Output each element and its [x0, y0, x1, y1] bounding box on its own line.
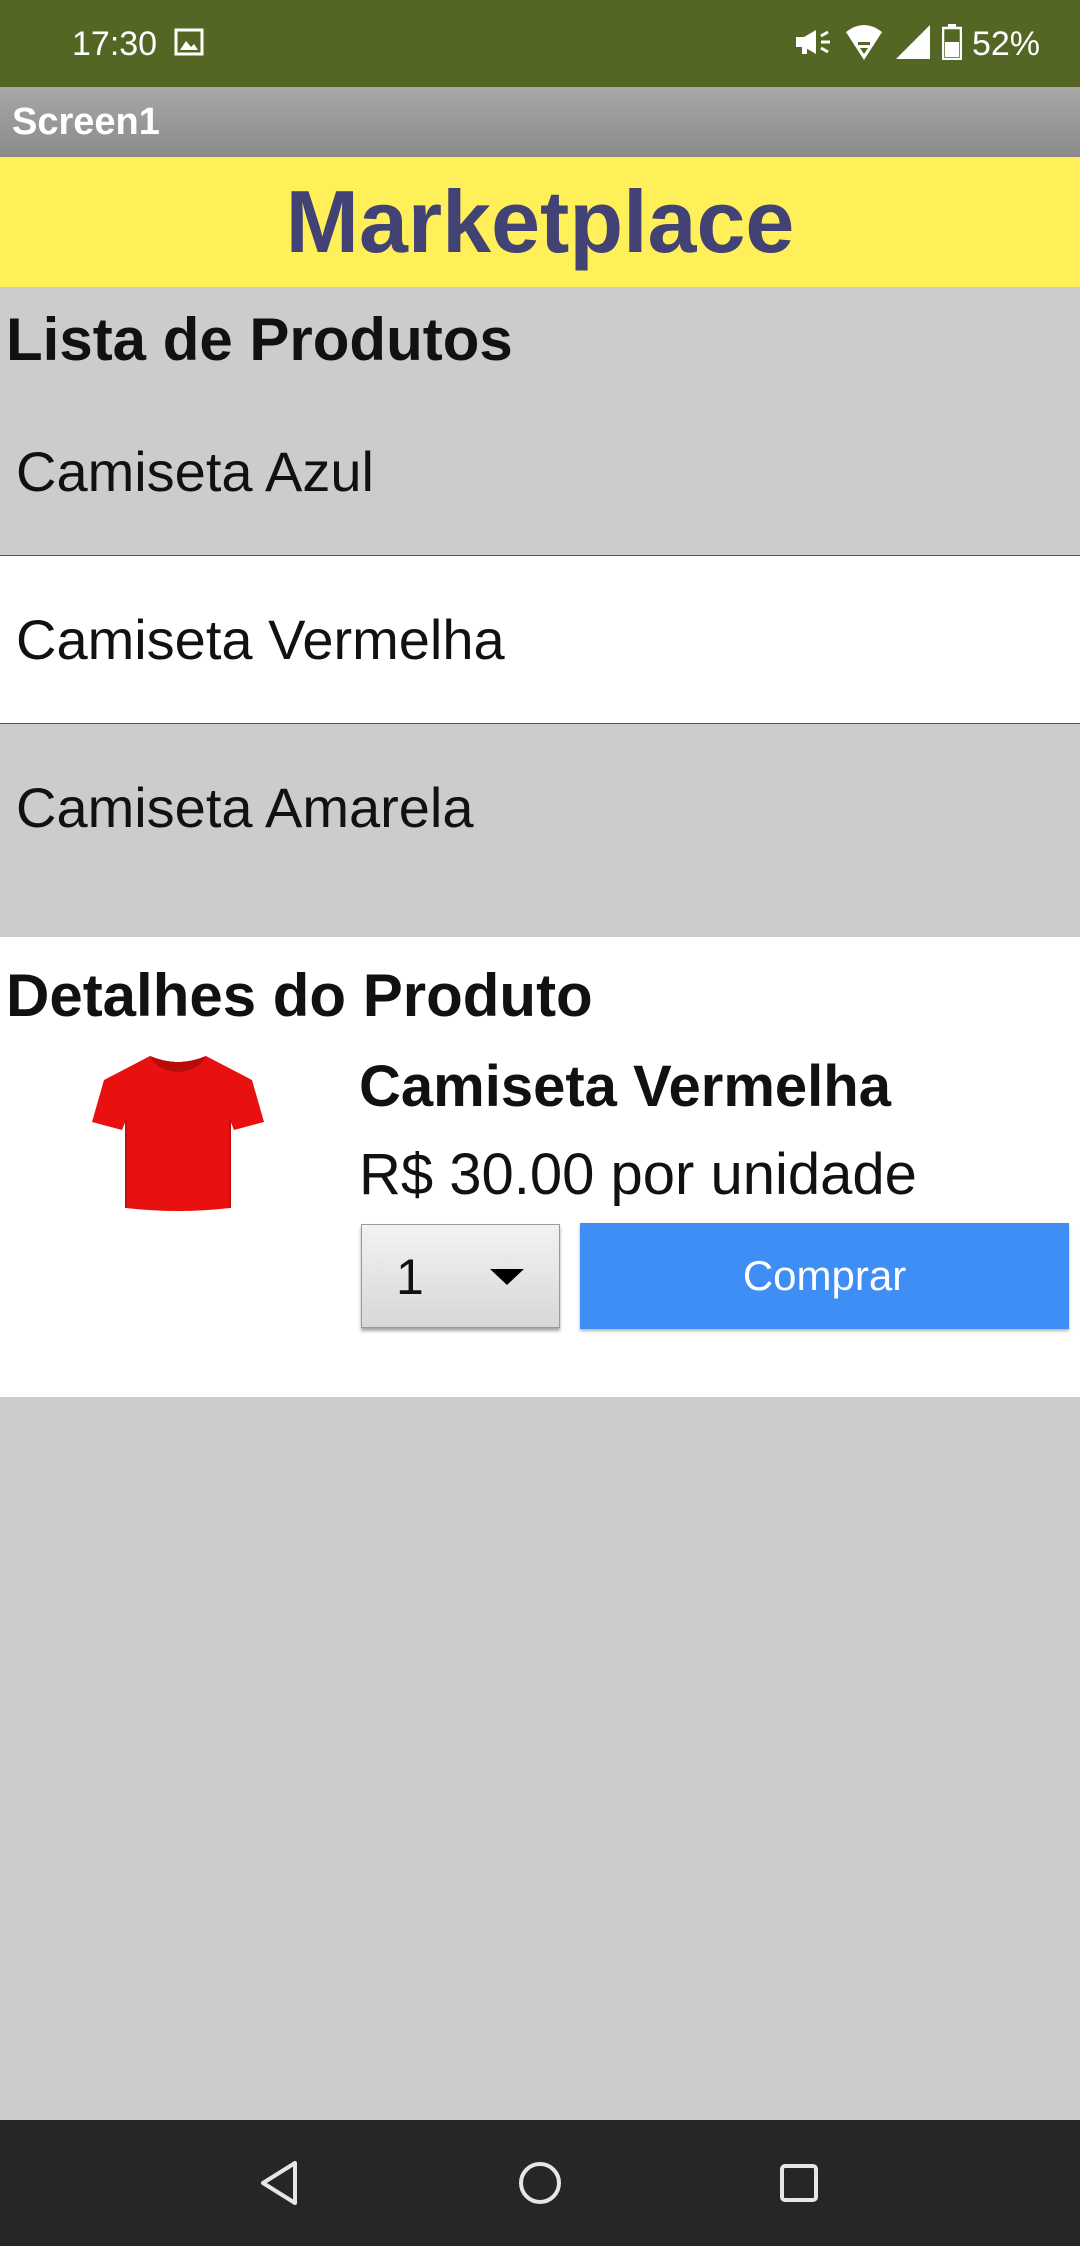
- battery-icon: [941, 23, 963, 65]
- wifi-icon: [844, 22, 884, 67]
- list-item-camiseta-azul[interactable]: Camiseta Azul: [0, 387, 1080, 555]
- battery-percentage: 52%: [971, 25, 1040, 63]
- buy-button[interactable]: Comprar: [580, 1223, 1069, 1329]
- marketplace-banner: Marketplace: [0, 157, 1080, 287]
- quantity-spinner[interactable]: 1: [361, 1224, 560, 1328]
- product-list-heading: Lista de Produtos: [6, 306, 513, 373]
- dropdown-arrow-icon: [490, 1269, 524, 1285]
- list-item-camiseta-vermelha[interactable]: Camiseta Vermelha: [0, 555, 1080, 723]
- signal-icon: [894, 23, 932, 66]
- navigation-bar: [0, 2120, 1080, 2246]
- list-item-camiseta-amarela[interactable]: Camiseta Amarela: [0, 723, 1080, 891]
- red-tshirt-image: [92, 1052, 264, 1212]
- banner-title: Marketplace: [285, 172, 795, 271]
- product-details-panel: Detalhes do Produto Camiseta Vermelha R$…: [0, 937, 1080, 1397]
- status-bar: 17:30 52%: [0, 0, 1080, 87]
- list-item-label: Camiseta Amarela: [16, 776, 474, 839]
- recents-icon[interactable]: [769, 2153, 829, 2213]
- list-item-label: Camiseta Vermelha: [16, 608, 505, 671]
- screen-title: Screen1: [12, 101, 160, 143]
- product-name: Camiseta Vermelha: [359, 1054, 891, 1119]
- quantity-value: 1: [396, 1249, 424, 1305]
- product-price: R$ 30.00 por unidade: [359, 1142, 917, 1207]
- back-icon[interactable]: [251, 2153, 311, 2213]
- home-icon[interactable]: [510, 2153, 570, 2213]
- status-time: 17:30: [72, 25, 158, 63]
- megaphone-icon: [794, 27, 834, 62]
- image-icon: [174, 28, 204, 56]
- product-details-heading: Detalhes do Produto: [6, 962, 593, 1029]
- status-icons: 52%: [794, 22, 1040, 66]
- product-list: Camiseta Azul Camiseta Vermelha Camiseta…: [0, 387, 1080, 891]
- list-item-label: Camiseta Azul: [16, 439, 374, 503]
- app-titlebar: Screen1: [0, 87, 1080, 157]
